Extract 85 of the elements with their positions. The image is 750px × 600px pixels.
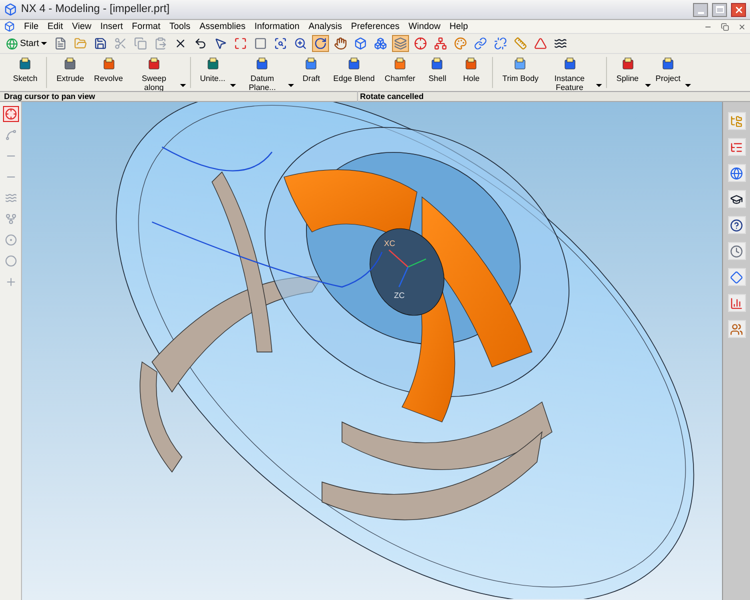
palette-icon[interactable] [452, 35, 470, 52]
feature-button[interactable]: Hole [454, 57, 488, 83]
menu-item[interactable]: Analysis [308, 22, 342, 31]
globe-icon [6, 38, 18, 50]
maximize-button[interactable] [712, 2, 727, 16]
tree-icon[interactable] [728, 138, 746, 156]
axis-label: XC [384, 238, 396, 250]
status-prompt: Drag cursor to pan view [3, 90, 96, 102]
feature-button[interactable]: Datum Plane... [236, 57, 288, 92]
menu-item[interactable]: Window [408, 22, 441, 31]
dropdown-caret-icon[interactable] [288, 84, 294, 87]
dropdown-caret-icon[interactable] [41, 42, 48, 45]
color-bar-icon[interactable] [728, 294, 746, 312]
menu-item[interactable]: Preferences [351, 22, 400, 31]
menu-item[interactable]: Help [450, 22, 468, 31]
menu-item[interactable]: Assemblies [199, 22, 246, 31]
restore-icon[interactable] [721, 22, 729, 30]
close-icon [734, 4, 744, 14]
close-button[interactable] [731, 2, 746, 16]
feature-button[interactable]: Sweep along [128, 57, 180, 92]
layers-icon[interactable] [392, 35, 410, 52]
tree-icon[interactable] [728, 112, 746, 130]
triangle-ruler-icon[interactable] [532, 35, 550, 52]
project-icon [660, 57, 675, 71]
dropdown-caret-icon[interactable] [230, 84, 236, 87]
menu-item[interactable]: Format [132, 22, 160, 31]
feature-button[interactable]: Extrude [51, 57, 90, 83]
draft-icon [304, 57, 318, 71]
feature-button[interactable]: Spline [610, 57, 645, 83]
feature-button[interactable]: Unite... [194, 57, 230, 83]
sketch-icon [18, 57, 32, 71]
hole-icon [464, 57, 478, 71]
menu-item[interactable]: Tools [169, 22, 190, 31]
feature-button[interactable]: Revolve [89, 57, 128, 83]
people-icon[interactable] [728, 320, 746, 338]
dropdown-caret-icon[interactable] [180, 84, 186, 87]
revolve-icon [102, 57, 116, 71]
extrude-icon [63, 57, 78, 71]
circle-icon[interactable] [2, 253, 18, 269]
dropdown-caret-icon[interactable] [685, 84, 692, 87]
selection-icon[interactable] [412, 35, 430, 52]
trim-body-icon [513, 57, 528, 71]
unite-icon [206, 57, 220, 71]
feature-button[interactable]: Edge Blend [328, 57, 380, 83]
menu-item[interactable]: Edit [48, 22, 64, 31]
datum-plane-icon [255, 57, 270, 71]
dropdown-caret-icon[interactable] [644, 84, 651, 87]
pan-icon[interactable] [332, 35, 350, 52]
spline-icon [620, 57, 635, 71]
graduation-cap-icon[interactable] [728, 190, 746, 208]
start-button[interactable]: Start [4, 36, 50, 50]
chamfer-icon [393, 57, 408, 71]
circle-center-icon[interactable] [2, 232, 18, 248]
axis-label: ZC [394, 290, 405, 302]
close-icon[interactable] [738, 22, 746, 30]
graphics-viewport[interactable]: XC ZC [22, 102, 722, 600]
feature-button[interactable]: Shell [420, 57, 454, 83]
dropdown-caret-icon[interactable] [596, 84, 602, 87]
clock-icon[interactable] [728, 242, 746, 260]
feature-button[interactable]: Chamfer [380, 57, 420, 83]
globe-icon[interactable] [728, 164, 746, 182]
shell-icon [430, 57, 444, 71]
ruler-icon[interactable] [512, 35, 530, 52]
feature-button[interactable]: Sketch [8, 57, 42, 83]
menu-item[interactable]: View [72, 22, 92, 31]
minimize-button[interactable] [693, 2, 708, 16]
feature-button[interactable]: Instance Feature [544, 57, 596, 92]
window-title: NX 4 - Modeling - [impeller.prt] [21, 2, 171, 18]
feature-button[interactable]: Trim Body [497, 57, 544, 83]
sweep-icon [146, 57, 161, 71]
edge-blend-icon [346, 57, 361, 71]
menu-item[interactable]: Insert [100, 22, 123, 31]
feature-button[interactable]: Draft [294, 57, 328, 83]
unlink-icon[interactable] [492, 35, 510, 52]
network-icon[interactable] [432, 35, 450, 52]
app-icon [4, 3, 17, 16]
snap-point-icon[interactable] [2, 106, 18, 122]
rotate-icon[interactable] [312, 35, 330, 52]
help-icon[interactable] [728, 216, 746, 234]
link-icon[interactable] [472, 35, 490, 52]
shaded-cube-icon[interactable] [372, 35, 390, 52]
menu-item[interactable]: File [24, 22, 39, 31]
feature-button[interactable]: Project [650, 57, 686, 83]
menu-item[interactable]: Information [254, 22, 300, 31]
instance-icon [562, 57, 577, 71]
